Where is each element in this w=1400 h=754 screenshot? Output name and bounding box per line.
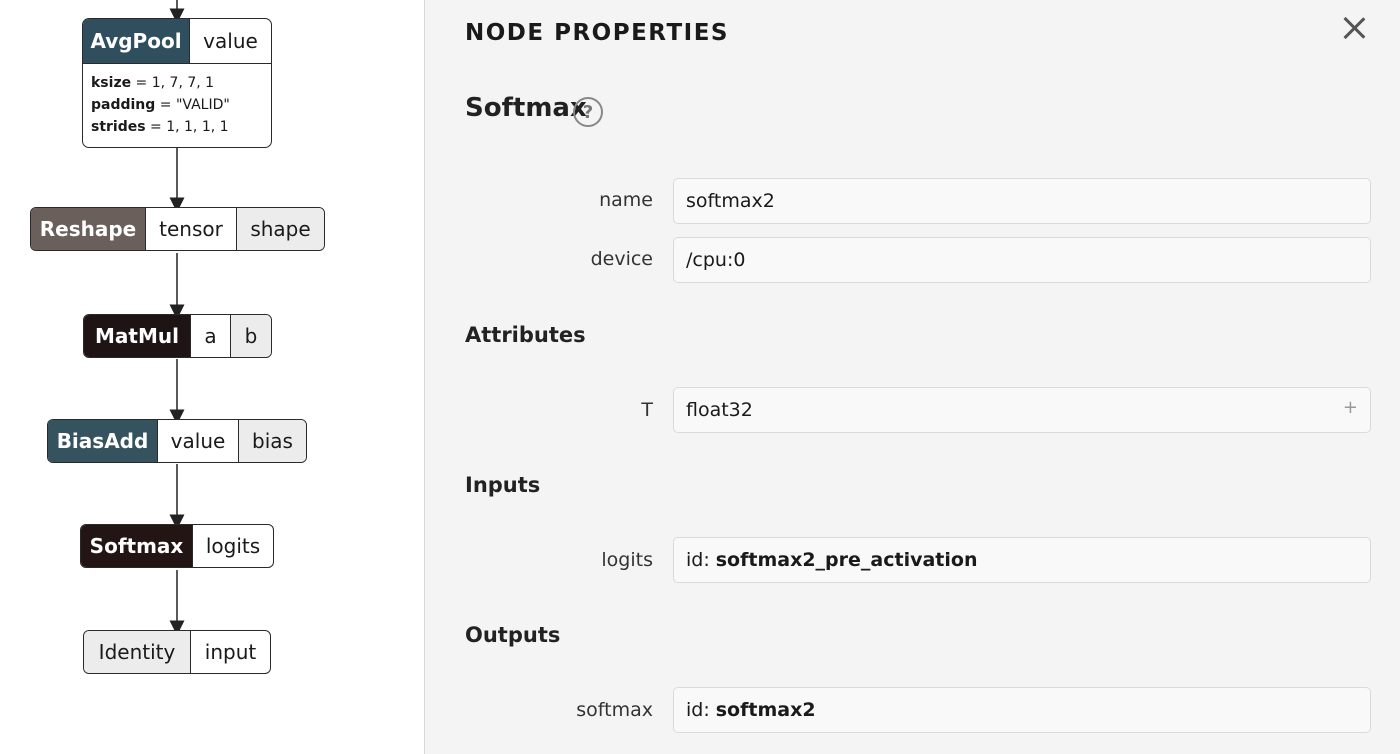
input-id-value: softmax2_pre_activation [715,549,978,571]
attr-padding: padding = "VALID" [91,97,230,113]
node-biasadd-port-value[interactable]: value [157,420,238,462]
outputs-heading: Outputs [465,623,561,647]
graph-canvas[interactable]: AvgPool value ksize = 1, 7, 7, 1 padding… [0,0,424,754]
attr-ksize: ksize = 1, 7, 7, 1 [91,75,215,91]
node-reshape-op: Reshape [31,208,145,250]
node-avgpool-attrs: ksize = 1, 7, 7, 1 padding = "VALID" str… [83,64,271,138]
input-logits-field[interactable]: id: softmax2_pre_activation [673,537,1371,583]
node-reshape-port-tensor[interactable]: tensor [145,208,236,250]
node-reshape[interactable]: Reshape tensor shape [30,207,325,251]
output-id-prefix: id: [686,699,710,721]
close-icon[interactable] [1341,14,1367,42]
attr-t-field[interactable]: float32 + [673,387,1371,433]
attr-t-label: T [641,399,653,421]
output-softmax-label: softmax [576,699,653,721]
expand-plus-icon[interactable]: + [1343,397,1358,418]
node-avgpool[interactable]: AvgPool value ksize = 1, 7, 7, 1 padding… [82,18,272,148]
help-icon[interactable]: ? [573,97,603,127]
node-matmul[interactable]: MatMul a b [83,314,272,358]
attr-strides: strides = 1, 1, 1, 1 [91,119,229,135]
node-avgpool-op: AvgPool [83,19,189,63]
node-biasadd-op: BiasAdd [48,420,157,462]
node-identity[interactable]: Identity input [83,630,271,674]
name-label: name [599,189,653,211]
node-matmul-op: MatMul [84,315,190,357]
panel-title: NODE PROPERTIES [465,20,729,46]
node-softmax[interactable]: Softmax logits [80,524,274,568]
node-identity-op: Identity [84,631,190,673]
input-logits-label: logits [601,549,653,571]
node-reshape-port-shape[interactable]: shape [236,208,324,250]
node-avgpool-port-value[interactable]: value [189,19,271,63]
node-properties-panel: NODE PROPERTIES Softmax ? name softmax2 … [424,0,1400,754]
output-softmax-field[interactable]: id: softmax2 [673,687,1371,733]
op-name: Softmax [465,93,587,123]
node-biasadd-port-bias[interactable]: bias [238,420,306,462]
device-label: device [590,248,653,270]
node-identity-port-input[interactable]: input [190,631,270,673]
input-id-prefix: id: [686,549,710,571]
inputs-heading: Inputs [465,473,541,497]
attr-t-value: float32 [686,399,753,421]
device-field[interactable]: /cpu:0 [673,237,1371,283]
device-value: /cpu:0 [686,249,746,271]
name-value: softmax2 [686,190,775,212]
node-matmul-port-a[interactable]: a [190,315,230,357]
node-biasadd[interactable]: BiasAdd value bias [47,419,307,463]
attributes-heading: Attributes [465,323,586,347]
node-softmax-port-logits[interactable]: logits [192,525,273,567]
name-field[interactable]: softmax2 [673,178,1371,224]
node-softmax-op: Softmax [81,525,192,567]
output-id-value: softmax2 [715,699,816,721]
node-matmul-port-b[interactable]: b [230,315,271,357]
